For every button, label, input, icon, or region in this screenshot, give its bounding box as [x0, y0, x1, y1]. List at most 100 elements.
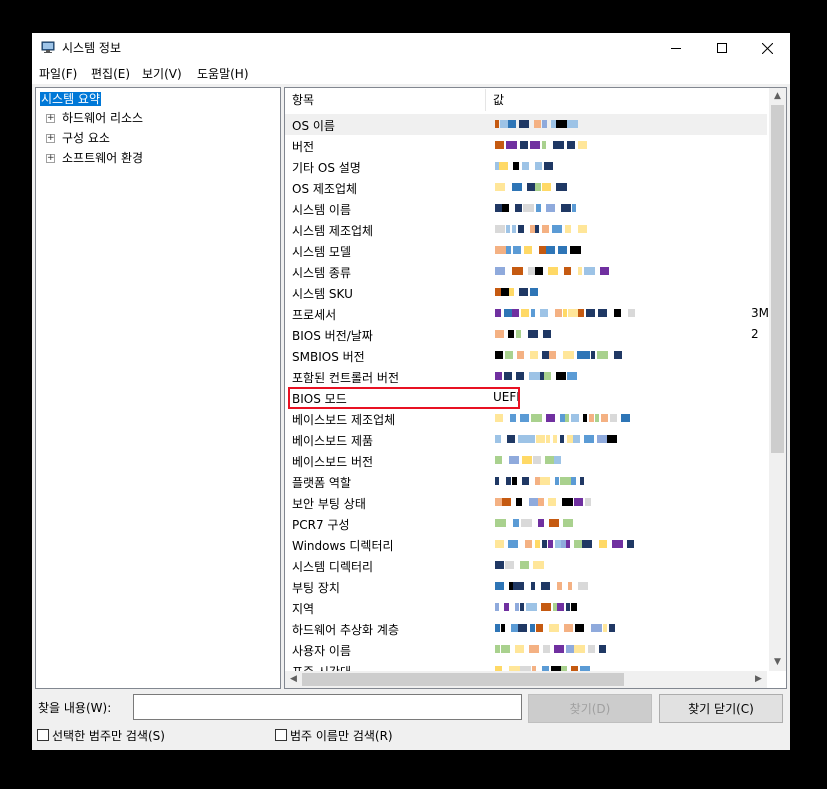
redaction-block [523, 204, 534, 212]
menu-edit[interactable]: 편집(E) [91, 65, 130, 82]
minimize-button[interactable] [653, 33, 699, 63]
category-tree: 시스템 요약 + 하드웨어 리소스 + 구성 요소 + 소프트웨어 환경 [35, 87, 281, 689]
tree-item-label: 시스템 요약 [40, 92, 102, 106]
table-row[interactable]: 지역 [285, 597, 767, 618]
scroll-right-arrow-icon[interactable]: ▶ [750, 671, 767, 688]
close-button[interactable] [744, 33, 790, 63]
table-row[interactable]: 사용자 이름 [285, 639, 767, 660]
redaction-block [557, 603, 564, 611]
redaction-block [512, 309, 519, 317]
maximize-button[interactable] [699, 33, 745, 63]
table-row[interactable]: 보안 부팅 상태 [285, 492, 767, 513]
checkbox-box[interactable] [37, 729, 49, 741]
row-item-value: 3M [751, 306, 769, 320]
redaction-block [552, 225, 562, 233]
table-row[interactable]: 시스템 제조업체 [285, 219, 767, 240]
redaction-block [584, 351, 590, 359]
close-find-button[interactable]: 찾기 닫기(C) [659, 694, 783, 723]
tree-item-system-summary[interactable]: 시스템 요약 [40, 90, 102, 108]
table-row[interactable]: 프로세서 3M [285, 303, 769, 324]
table-row[interactable]: PCR7 구성 [285, 513, 767, 534]
table-row[interactable]: 부팅 장치 [285, 576, 767, 597]
search-category-names-checkbox[interactable]: 범주 이름만 검색(R) [275, 727, 393, 743]
table-row[interactable]: OS 제조업체 [285, 177, 767, 198]
table-row[interactable]: 베이스보드 제조업체 [285, 408, 767, 429]
column-header-value[interactable]: 값 [493, 88, 505, 112]
redaction-block [612, 540, 623, 548]
row-item-name: 시스템 디렉터리 [292, 560, 374, 574]
vertical-scroll-thumb[interactable] [771, 105, 784, 453]
scroll-left-arrow-icon[interactable]: ◀ [285, 671, 302, 688]
row-item-name: 지역 [292, 602, 315, 616]
redaction-block [574, 645, 585, 653]
redaction-block [495, 603, 499, 611]
tree-item-hardware-resources[interactable]: 하드웨어 리소스 [62, 109, 143, 127]
redaction-block [504, 309, 512, 317]
checkbox-box[interactable] [275, 729, 287, 741]
table-row[interactable]: BIOS 버전/날짜 2 [285, 324, 767, 345]
scroll-up-arrow-icon[interactable]: ▲ [769, 88, 786, 105]
redaction-block [563, 351, 574, 359]
table-row[interactable]: 시스템 이름 [285, 198, 767, 219]
redaction-block [564, 624, 573, 632]
redaction-block [513, 162, 519, 170]
table-row[interactable]: SMBIOS 버전 [285, 345, 767, 366]
redaction-block [567, 372, 577, 380]
redacted-value [495, 582, 591, 592]
table-row[interactable]: 하드웨어 추상화 계층 [285, 618, 767, 639]
find-input[interactable] [133, 694, 522, 720]
redaction-block [567, 141, 575, 149]
redaction-block [600, 267, 609, 275]
menu-help[interactable]: 도움말(H) [197, 65, 249, 82]
redaction-block [582, 540, 592, 548]
table-row[interactable]: 포함된 컨트롤러 버전 [285, 366, 767, 387]
redaction-block [553, 435, 557, 443]
table-row[interactable]: 시스템 모델 [285, 240, 767, 261]
vertical-scrollbar[interactable]: ▲ ▼ [769, 88, 786, 671]
redaction-block [542, 141, 546, 149]
table-row[interactable]: 베이스보드 버전 [285, 450, 767, 471]
redaction-block [529, 498, 538, 506]
horizontal-scrollbar[interactable]: ◀ ▶ [285, 671, 767, 688]
table-row[interactable]: OS 이름 [285, 114, 767, 135]
table-row[interactable]: 시스템 디렉터리 [285, 555, 767, 576]
table-row[interactable]: 플랫폼 역할 [285, 471, 767, 492]
redaction-block [511, 624, 518, 632]
redaction-block [535, 225, 539, 233]
search-selected-category-checkbox[interactable]: 선택한 범주만 검색(S) [37, 727, 165, 743]
redacted-value [495, 540, 634, 550]
row-item-value: 2 [751, 327, 759, 341]
redaction-block [533, 561, 544, 569]
redaction-block [524, 246, 532, 254]
system-info-window: 시스템 정보 파일(F) 편집(E) 보기(V) 도움말(H) 시스템 요약 +… [32, 33, 790, 750]
redaction-block [522, 162, 529, 170]
redaction-block [543, 645, 550, 653]
expand-icon[interactable]: + [46, 134, 55, 143]
row-item-name: 부팅 장치 [292, 581, 340, 595]
row-item-name: 포함된 컨트롤러 버전 [292, 371, 399, 385]
row-item-name: 보안 부팅 상태 [292, 497, 366, 511]
redaction-block [515, 645, 524, 653]
row-item-name: Windows 디렉터리 [292, 539, 394, 553]
table-row[interactable]: 시스템 SKU [285, 282, 767, 303]
column-divider[interactable] [485, 89, 486, 111]
table-row[interactable]: 시스템 종류 [285, 261, 767, 282]
table-row[interactable]: 버전 [285, 135, 767, 156]
tree-item-components[interactable]: 구성 요소 [62, 129, 110, 147]
redaction-block [495, 477, 499, 485]
horizontal-scroll-thumb[interactable] [302, 673, 624, 686]
table-row[interactable]: 기타 OS 설명 [285, 156, 767, 177]
expand-icon[interactable]: + [46, 154, 55, 163]
expand-icon[interactable]: + [46, 114, 55, 123]
menu-view[interactable]: 보기(V) [142, 65, 182, 82]
redaction-block [538, 498, 544, 506]
table-row[interactable]: Windows 디렉터리 [285, 534, 767, 555]
redacted-value [495, 456, 561, 466]
column-header-item[interactable]: 항목 [292, 88, 315, 112]
find-button[interactable]: 찾기(D) [528, 694, 652, 723]
redacted-value [495, 330, 552, 340]
scroll-down-arrow-icon[interactable]: ▼ [769, 654, 786, 671]
table-row[interactable]: 베이스보드 제품 [285, 429, 767, 450]
tree-item-software-environment[interactable]: 소프트웨어 환경 [62, 149, 143, 167]
menu-file[interactable]: 파일(F) [39, 65, 77, 82]
